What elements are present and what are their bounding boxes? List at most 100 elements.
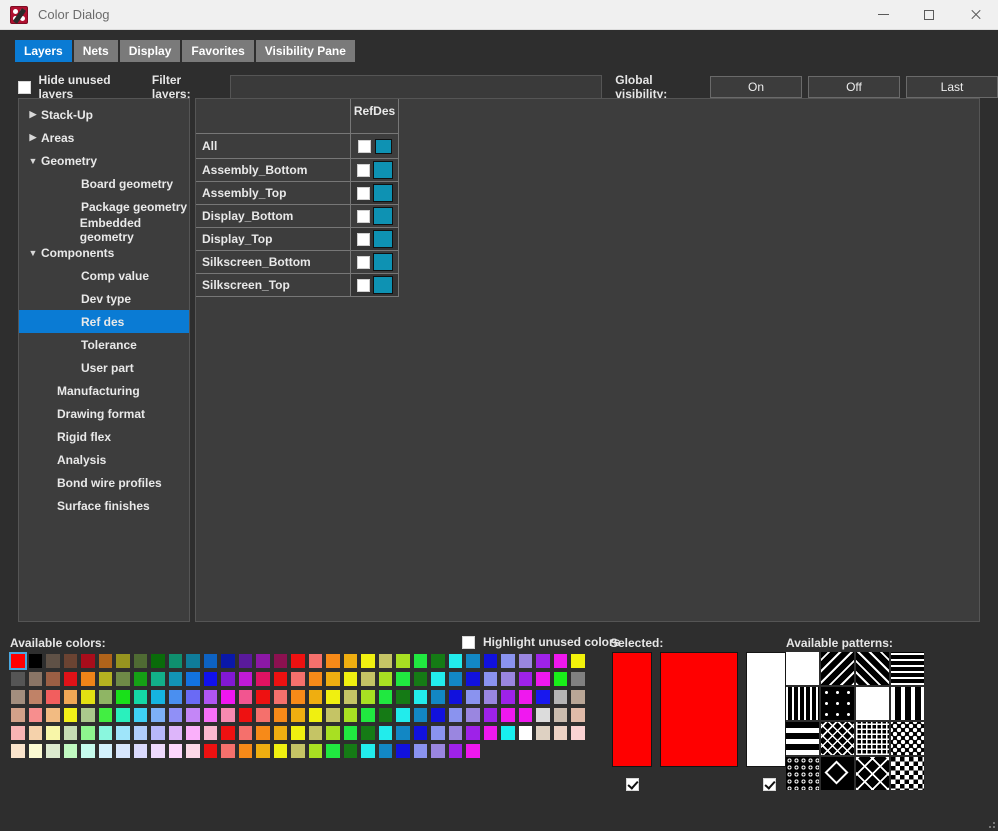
color-swatch[interactable] bbox=[149, 724, 167, 742]
color-swatch[interactable] bbox=[149, 706, 167, 724]
layer-table[interactable]: RefDes All Assembly_Bottom Assembly_Top Di… bbox=[195, 98, 980, 622]
color-swatch[interactable] bbox=[27, 724, 45, 742]
tree-item-drawing-format[interactable]: Drawing format bbox=[19, 402, 189, 425]
filter-layers-input[interactable] bbox=[230, 75, 603, 99]
color-swatch[interactable] bbox=[149, 688, 167, 706]
color-swatch[interactable] bbox=[464, 706, 482, 724]
tree-item-board-geometry[interactable]: Board geometry bbox=[19, 172, 189, 195]
tree-item-user-part[interactable]: User part bbox=[19, 356, 189, 379]
color-swatch[interactable] bbox=[97, 670, 115, 688]
color-swatch[interactable] bbox=[447, 652, 465, 670]
color-swatch[interactable] bbox=[27, 652, 45, 670]
tree-item-areas[interactable]: ▶ Areas bbox=[19, 126, 189, 149]
color-swatch[interactable] bbox=[359, 688, 377, 706]
color-swatch[interactable] bbox=[79, 742, 97, 760]
pattern-swatch[interactable] bbox=[891, 757, 924, 790]
color-swatch[interactable] bbox=[9, 742, 27, 760]
color-swatch[interactable] bbox=[412, 706, 430, 724]
color-swatch[interactable] bbox=[114, 724, 132, 742]
tree-item-components[interactable]: ▼ Components bbox=[19, 241, 189, 264]
color-swatch[interactable] bbox=[114, 688, 132, 706]
color-swatch[interactable] bbox=[62, 670, 80, 688]
color-swatch[interactable] bbox=[447, 670, 465, 688]
tab-visibility-pane[interactable]: Visibility Pane bbox=[255, 40, 355, 62]
color-swatch[interactable] bbox=[464, 742, 482, 760]
color-swatch[interactable] bbox=[254, 652, 272, 670]
color-swatch[interactable] bbox=[97, 724, 115, 742]
color-swatch[interactable] bbox=[394, 688, 412, 706]
color-swatch[interactable] bbox=[167, 724, 185, 742]
color-swatch[interactable] bbox=[62, 688, 80, 706]
resize-grip[interactable] bbox=[985, 818, 995, 828]
color-swatch[interactable] bbox=[534, 670, 552, 688]
chevron-right-icon[interactable]: ▶ bbox=[25, 132, 41, 143]
color-swatch[interactable] bbox=[324, 670, 342, 688]
color-swatch[interactable] bbox=[9, 688, 27, 706]
color-swatch[interactable] bbox=[114, 742, 132, 760]
tab-layers[interactable]: Layers bbox=[15, 40, 72, 62]
tree-item-tolerance[interactable]: Tolerance bbox=[19, 333, 189, 356]
refdes-visibility-checkbox[interactable] bbox=[356, 209, 370, 223]
color-swatch[interactable] bbox=[272, 706, 290, 724]
color-swatch[interactable] bbox=[184, 724, 202, 742]
table-row[interactable]: Assembly_Top bbox=[196, 182, 399, 205]
color-swatch[interactable] bbox=[9, 706, 27, 724]
color-swatch[interactable] bbox=[412, 688, 430, 706]
maximize-button[interactable] bbox=[906, 0, 952, 30]
color-swatch[interactable] bbox=[359, 706, 377, 724]
hide-unused-layers-checkbox[interactable] bbox=[18, 80, 31, 94]
color-swatch[interactable] bbox=[394, 724, 412, 742]
color-swatch[interactable] bbox=[219, 652, 237, 670]
color-swatch[interactable] bbox=[132, 742, 150, 760]
color-swatch[interactable] bbox=[219, 724, 237, 742]
color-swatch[interactable] bbox=[27, 742, 45, 760]
table-row[interactable]: Silkscreen_Top bbox=[196, 274, 399, 297]
minimize-button[interactable] bbox=[860, 0, 906, 30]
color-swatch[interactable] bbox=[27, 670, 45, 688]
color-swatch[interactable] bbox=[167, 652, 185, 670]
color-swatch[interactable] bbox=[202, 706, 220, 724]
color-swatch[interactable] bbox=[114, 670, 132, 688]
color-swatch[interactable] bbox=[394, 742, 412, 760]
color-swatch[interactable] bbox=[289, 670, 307, 688]
color-swatch[interactable] bbox=[429, 652, 447, 670]
color-swatch[interactable] bbox=[499, 652, 517, 670]
color-swatch[interactable] bbox=[377, 688, 395, 706]
color-swatch[interactable] bbox=[429, 670, 447, 688]
color-swatch[interactable] bbox=[482, 652, 500, 670]
global-visibility-on-button[interactable]: On bbox=[710, 76, 802, 98]
table-row[interactable]: Assembly_Bottom bbox=[196, 159, 399, 182]
color-swatch[interactable] bbox=[307, 670, 325, 688]
tab-nets[interactable]: Nets bbox=[73, 40, 118, 62]
color-swatch[interactable] bbox=[499, 706, 517, 724]
color-swatch[interactable] bbox=[272, 688, 290, 706]
color-swatch[interactable] bbox=[149, 670, 167, 688]
tree-item-comp-value[interactable]: Comp value bbox=[19, 264, 189, 287]
color-swatch[interactable] bbox=[44, 652, 62, 670]
color-swatch[interactable] bbox=[464, 670, 482, 688]
color-swatch[interactable] bbox=[202, 724, 220, 742]
color-swatch[interactable] bbox=[9, 670, 27, 688]
color-swatch[interactable] bbox=[377, 742, 395, 760]
color-swatch[interactable] bbox=[97, 652, 115, 670]
layer-row-all[interactable]: All bbox=[196, 134, 399, 159]
color-swatch[interactable] bbox=[412, 724, 430, 742]
color-swatch[interactable] bbox=[552, 688, 570, 706]
pattern-swatch[interactable] bbox=[821, 757, 854, 790]
color-swatch[interactable] bbox=[289, 724, 307, 742]
color-swatch[interactable] bbox=[289, 652, 307, 670]
color-swatch[interactable] bbox=[272, 742, 290, 760]
refdes-color-swatch[interactable] bbox=[372, 276, 393, 294]
tab-display[interactable]: Display bbox=[119, 40, 181, 62]
color-swatch[interactable] bbox=[132, 706, 150, 724]
color-swatch[interactable] bbox=[79, 724, 97, 742]
tree-item-ref-des[interactable]: Ref des bbox=[19, 310, 189, 333]
color-swatch[interactable] bbox=[167, 706, 185, 724]
color-swatch[interactable] bbox=[342, 670, 360, 688]
color-swatch[interactable] bbox=[324, 724, 342, 742]
color-swatch[interactable] bbox=[272, 724, 290, 742]
tree-item-embedded-geometry[interactable]: Embedded geometry bbox=[19, 216, 189, 244]
refdes-visibility-checkbox[interactable] bbox=[356, 186, 370, 200]
color-swatch[interactable] bbox=[552, 652, 570, 670]
pattern-swatch[interactable] bbox=[856, 757, 889, 790]
